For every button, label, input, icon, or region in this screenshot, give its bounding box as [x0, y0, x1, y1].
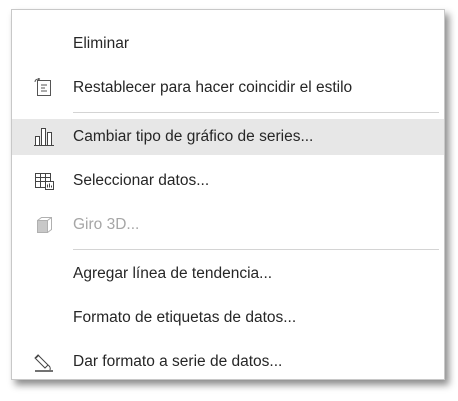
menu-item-label: Eliminar [73, 35, 129, 52]
menu-item-cambiar-tipo-grafico[interactable]: Cambiar tipo de gráfico de series... [12, 119, 444, 155]
menu-item-agregar-tendencia[interactable]: Agregar línea de tendencia... [12, 256, 444, 292]
bar-chart-icon [33, 127, 55, 147]
menu-item-label: Agregar línea de tendencia... [73, 265, 273, 282]
reset-style-icon [33, 78, 55, 98]
menu-item-label: Seleccionar datos... [73, 172, 210, 189]
menu-separator [73, 249, 439, 250]
select-data-icon [33, 171, 55, 191]
menu-item-seleccionar-datos[interactable]: Seleccionar datos... [12, 163, 444, 199]
menu-item-eliminar[interactable]: Eliminar [12, 26, 444, 62]
menu-item-label: Formato de etiquetas de datos... [73, 309, 297, 326]
menu-item-label: Cambiar tipo de gráfico de series... [73, 128, 314, 145]
menu-separator [73, 112, 439, 113]
menu-item-label: Dar formato a serie de datos... [73, 353, 283, 370]
menu-item-formato-etiquetas[interactable]: Formato de etiquetas de datos... [12, 300, 444, 336]
3d-rotation-icon [33, 215, 55, 235]
menu-item-restablecer-estilo[interactable]: Restablecer para hacer coincidir el esti… [12, 70, 444, 106]
menu-item-label: Restablecer para hacer coincidir el esti… [73, 79, 353, 96]
menu-item-giro-3d: Giro 3D... [12, 207, 444, 243]
context-menu: Eliminar Restablecer para hacer coincidi… [11, 9, 445, 380]
format-series-icon [33, 352, 55, 372]
menu-item-label: Giro 3D... [73, 216, 140, 233]
menu-item-formato-serie[interactable]: Dar formato a serie de datos... [12, 344, 444, 380]
